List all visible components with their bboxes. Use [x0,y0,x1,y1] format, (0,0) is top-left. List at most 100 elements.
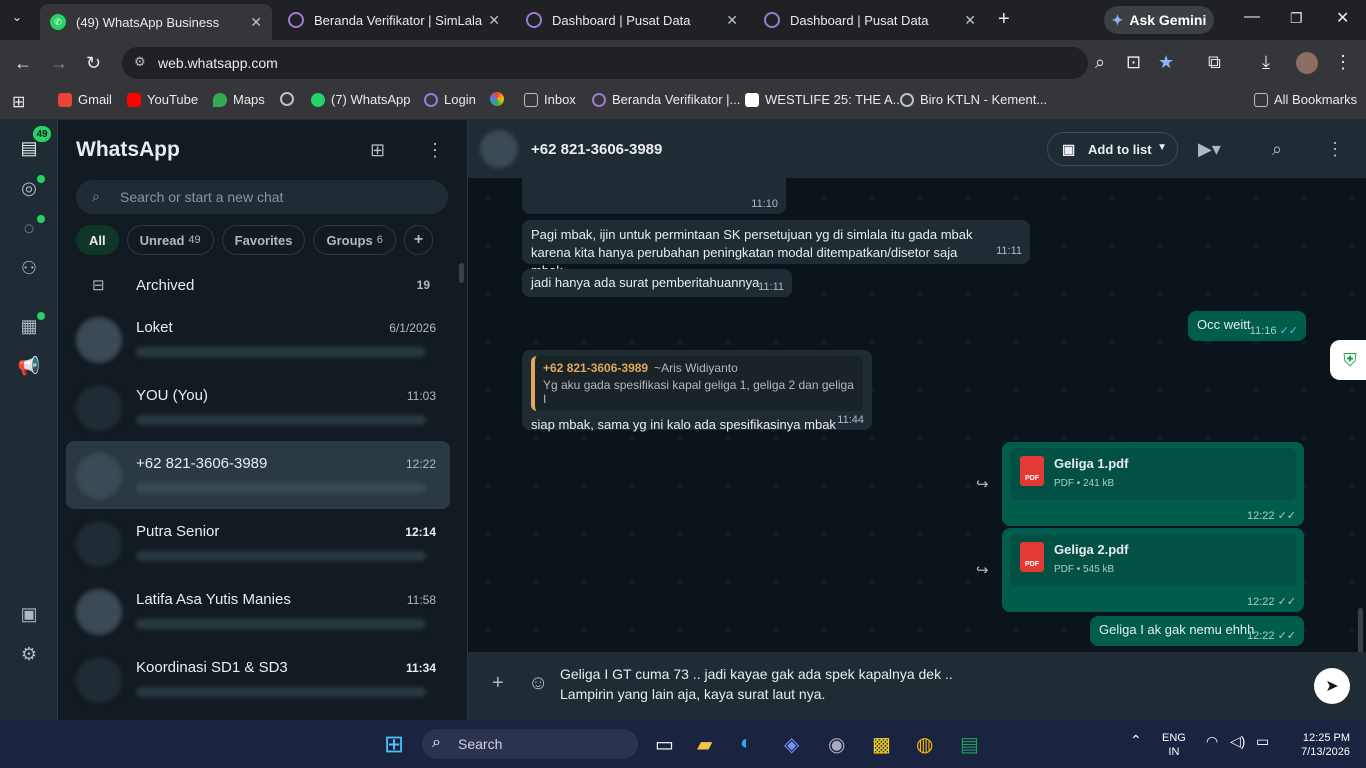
camera-app-icon[interactable]: ◉ [828,732,845,757]
settings-icon[interactable]: ⚙ [17,642,41,666]
message-bubble-incoming-reply: +62 821-3606-3989 ~Aris Widiyanto Yg aku … [522,350,872,432]
chat-item[interactable]: Loket 6/1/2026 [66,305,450,373]
tab-pusat-data-1[interactable]: Dashboard | Pusat Data ✕ [516,4,748,36]
edge-icon[interactable]: ◐ [740,732,752,755]
chrome-icon[interactable]: ◍ [916,732,933,757]
file-meta: PDF • 545 kB [1054,564,1115,575]
pdf-attachment[interactable]: PDF Geliga 1.pdf PDF • 241 kB [1010,448,1296,500]
ask-gemini-button[interactable]: ✦ Ask Gemini [1104,6,1214,34]
task-view-icon[interactable]: ▭ [655,732,674,757]
message-time: 11:44 [837,414,864,426]
bookmark-verifikator[interactable]: Beranda Verifikator |... [592,92,740,107]
file-message-outgoing[interactable]: PDF Geliga 1.pdf PDF • 241 kB 12:22 ✓✓ [1002,442,1304,526]
forward-icon[interactable]: ↪ [976,475,989,493]
communities-icon[interactable]: ⚇ [17,256,41,280]
time-label: 12:22 [1246,630,1275,642]
forward-icon[interactable]: → [50,53,68,74]
sidebar-scrollbar[interactable] [459,263,464,283]
contact-avatar[interactable] [480,130,518,168]
archived-row[interactable]: ⊟ Archived 19 [76,265,448,305]
new-tab-button[interactable]: + [998,8,1010,31]
excel-icon[interactable]: ▤ [960,732,979,757]
bookmark-westlife[interactable]: WESTLIFE 25: THE A... [745,92,903,107]
menu-kebab-icon[interactable]: ⋮ [1326,139,1344,160]
attach-plus-icon[interactable]: + [492,672,504,695]
chat-item[interactable]: Latifa Asa Yutis Manies 11:58 [66,577,450,645]
bookmark-biro-ktln[interactable]: Biro KTLN - Kement... [900,92,1047,107]
site-info-icon[interactable]: ⚙ [134,54,146,70]
contact-name[interactable]: +62 821-3606-3989 [531,141,662,158]
messages-scrollbar[interactable] [1358,608,1363,652]
reload-icon[interactable]: ↻ [86,53,101,74]
bookmark-star-icon[interactable]: ★ [1158,52,1174,73]
pdf-attachment[interactable]: PDF Geliga 2.pdf PDF • 545 kB [1010,534,1296,586]
file-explorer-icon[interactable]: ▰ [697,732,712,757]
tab-search-icon[interactable]: ⌄ [12,10,22,24]
apps-grid-icon[interactable]: ⊞ [12,92,25,112]
volume-icon[interactable]: ◁) [1230,734,1245,748]
megaphone-icon[interactable]: 📢 [17,354,41,378]
message-input[interactable]: Geliga I GT cuma 73 .. jadi kayae gak ad… [560,664,1300,704]
tab-pusat-data-2[interactable]: Dashboard | Pusat Data ✕ [754,4,986,36]
close-icon[interactable]: ✕ [726,12,738,29]
bookmark-youtube[interactable]: YouTube [127,92,198,107]
menu-kebab-icon[interactable]: ⋮ [1334,52,1352,73]
forward-icon[interactable]: ↪ [976,561,989,579]
search-input[interactable]: ⌕ Search or start a new chat [76,180,448,214]
bookmark-maps[interactable]: Maps [213,92,265,107]
restore-icon[interactable]: ❐ [1290,10,1303,27]
file-message-outgoing[interactable]: PDF Geliga 2.pdf PDF • 545 kB 12:22 ✓✓ [1002,528,1304,612]
avatar [76,453,122,499]
chat-item-selected[interactable]: +62 821-3606-3989 12:22 [66,441,450,509]
new-chat-icon[interactable]: ⊞ [370,140,385,161]
filter-unread[interactable]: Unread 49 [126,225,214,255]
address-bar[interactable]: ⚙ web.whatsapp.com [122,47,1088,79]
bookmark-login[interactable]: Login [424,92,476,107]
filter-favorites[interactable]: Favorites [221,225,306,255]
chat-item[interactable]: Koordinasi SD1 & SD3 11:34 [66,645,450,713]
back-icon[interactable]: ← [14,53,32,74]
media-icon[interactable]: ▣ [17,602,41,626]
bookmark-inbox[interactable]: Inbox [524,92,576,107]
sticky-notes-icon[interactable]: ▩ [872,732,891,757]
close-icon[interactable]: ✕ [488,12,500,29]
tab-simlala[interactable]: Beranda Verifikator | SimLala ✕ [278,4,510,36]
message-list: 11:10 Pagi mbak, ijin untuk permintaan S… [468,178,1366,652]
zoom-icon[interactable]: ⌕ [1095,52,1105,73]
battery-icon[interactable]: ▭ [1256,734,1269,748]
chat-item[interactable]: Putra Senior 12:14 [66,509,450,577]
close-window-icon[interactable]: ✕ [1336,8,1349,28]
menu-kebab-icon[interactable]: ⋮ [426,140,444,161]
close-icon[interactable]: ✕ [964,12,976,29]
security-extension-shield-icon[interactable]: ⛨ [1330,340,1366,380]
tab-whatsapp[interactable]: ✆ (49) WhatsApp Business ✕ [40,4,272,40]
quoted-message[interactable]: +62 821-3606-3989 ~Aris Widiyanto Yg aku … [531,356,863,411]
bookmark-gmail[interactable]: Gmail [58,92,112,107]
add-to-list-button[interactable]: ▣ Add to list ▼ [1047,132,1178,166]
close-icon[interactable]: ✕ [250,14,262,31]
search-icon[interactable]: ⌕ [1272,139,1282,160]
sticker-icon[interactable]: ☺ [528,672,548,695]
install-app-icon[interactable]: ⊡ [1126,52,1141,73]
chat-item[interactable]: YOU (You) 11:03 [66,373,450,441]
profile-avatar[interactable] [1296,52,1318,74]
tray-overflow-icon[interactable]: ⌃ [1130,733,1142,747]
taskbar-search[interactable]: ⌕ Search [422,729,638,759]
copilot-icon[interactable]: ◈ [784,732,799,757]
bookmark-whatsapp[interactable]: (7) WhatsApp [311,92,410,107]
bookmark-photos[interactable] [490,92,510,106]
language-indicator[interactable]: ENG IN [1162,731,1186,759]
windows-start-icon[interactable]: ⊞ [384,730,404,759]
video-call-icon[interactable]: ▶▾ [1198,139,1221,160]
filter-groups[interactable]: Groups 6 [313,225,396,255]
bookmark-globe[interactable] [280,92,300,106]
all-bookmarks-button[interactable]: All Bookmarks [1254,92,1357,107]
add-filter-button[interactable]: + [403,225,434,255]
filter-all[interactable]: All [76,225,119,255]
extensions-icon[interactable]: ⧉ [1208,52,1221,73]
send-button[interactable]: ➤ [1314,668,1350,704]
clock[interactable]: 12:25 PM 7/13/2026 [1286,731,1350,759]
wifi-icon[interactable]: ◠ [1206,734,1218,748]
download-icon[interactable]: ⤓ [1262,52,1270,73]
minimize-icon[interactable]: — [1244,8,1260,26]
